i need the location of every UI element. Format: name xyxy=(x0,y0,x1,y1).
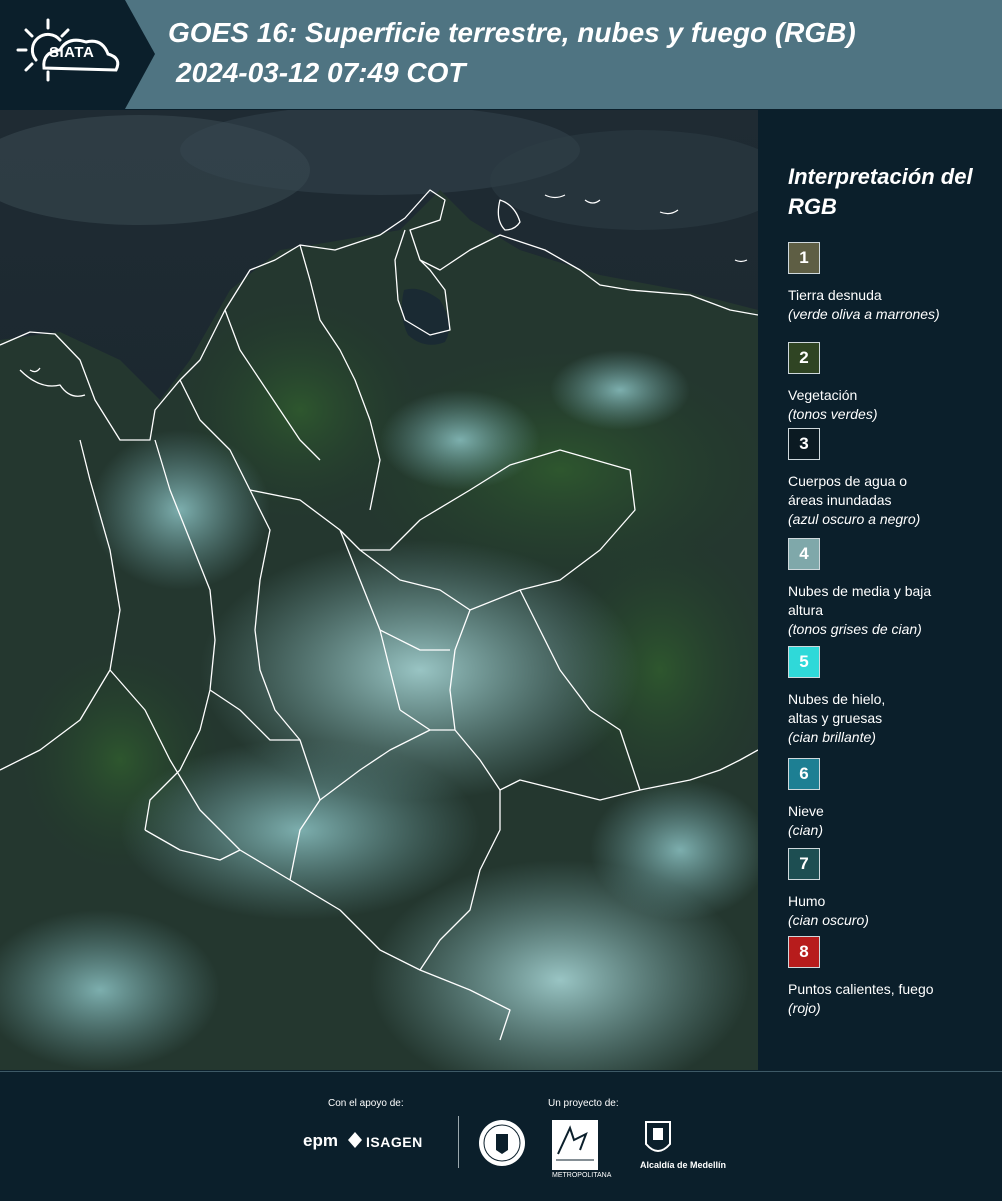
legend-title: Interpretación del RGB xyxy=(788,164,973,219)
footer: Con el apoyo de: Un proyecto de: epm ISA… xyxy=(0,1071,1002,1201)
legend-item: 6 Nieve (cian) xyxy=(788,758,998,840)
legend-item: 4 Nubes de media y baja altura (tonos gris… xyxy=(788,538,998,639)
legend-item: 5 Nubes de hielo, altas y gruesas (cian br… xyxy=(788,646,998,747)
epm-logo: epm xyxy=(303,1131,338,1150)
legend-swatch: 6 xyxy=(788,758,820,790)
timestamp: 2024-03-12 07:49 COT xyxy=(176,57,466,88)
legend-swatch: 5 xyxy=(788,646,820,678)
legend-swatch: 8 xyxy=(788,936,820,968)
legend-note: (tonos verdes) xyxy=(788,406,878,422)
legend-panel: Interpretación del RGB 1 Tierra desnuda (v… xyxy=(760,110,1002,1070)
metropolitana-logo xyxy=(552,1120,598,1170)
metropolitana-text: METROPOLITANA xyxy=(552,1172,612,1179)
university-seal-icon xyxy=(479,1120,525,1166)
legend-label: Vegetación xyxy=(788,387,858,403)
medellin-coat-of-arms-icon xyxy=(645,1121,671,1152)
legend-label: Nieve xyxy=(788,803,824,819)
logo-text: SIATA xyxy=(49,44,95,61)
legend-label: Cuerpos de agua o áreas inundadas xyxy=(788,473,908,508)
legend-note: (azul oscuro a negro) xyxy=(788,511,921,527)
page-title: GOES 16: Superficie terrestre, nubes y f… xyxy=(168,17,856,48)
legend-label: Humo xyxy=(788,893,826,909)
isagen-logo: ISAGEN xyxy=(366,1134,423,1150)
legend-item: 2 Vegetación (tonos verdes) xyxy=(788,342,998,424)
legend-note: (verde oliva a marrones) xyxy=(788,306,940,322)
legend-swatch: 7 xyxy=(788,848,820,880)
legend-label: Nubes de media y baja altura xyxy=(788,583,932,618)
legend-label: Nubes de hielo, altas y gruesas xyxy=(788,691,886,726)
alcaldia-text: Alcaldía de Medellín xyxy=(640,1160,727,1170)
legend-item: 1 Tierra desnuda (verde oliva a marrones) xyxy=(788,242,998,324)
area-metropolitana-icon xyxy=(556,1125,594,1161)
support-label: Con el apoyo de: xyxy=(328,1098,404,1109)
legend-swatch: 1 xyxy=(788,242,820,274)
logo-panel: SIATA xyxy=(0,0,155,109)
legend-note: (tonos grises de cian) xyxy=(788,621,922,637)
legend-label: Puntos calientes, fuego xyxy=(788,981,934,997)
legend-note: (cian brillante) xyxy=(788,729,876,745)
legend-item: 8 Puntos calientes, fuego (rojo) xyxy=(788,936,998,1018)
satellite-map[interactable] xyxy=(0,110,758,1070)
legend-swatch: 2 xyxy=(788,342,820,374)
legend-item: 3 Cuerpos de agua o áreas inundadas (azul … xyxy=(788,428,998,529)
legend-swatch: 3 xyxy=(788,428,820,460)
header: SIATA GOES 16: Superficie terrestre, nub… xyxy=(0,0,1002,109)
legend-note: (cian) xyxy=(788,822,824,838)
legend-item: 7 Humo (cian oscuro) xyxy=(788,848,998,930)
legend-swatch: 4 xyxy=(788,538,820,570)
legend-label: Tierra desnuda xyxy=(788,287,882,303)
legend-note: (cian oscuro) xyxy=(788,912,869,928)
legend-note: (rojo) xyxy=(788,1000,821,1016)
project-label: Un proyecto de: xyxy=(548,1098,619,1109)
footer-divider xyxy=(458,1116,459,1168)
isagen-mark-icon xyxy=(348,1132,362,1148)
satellite-map-image xyxy=(0,110,758,1070)
